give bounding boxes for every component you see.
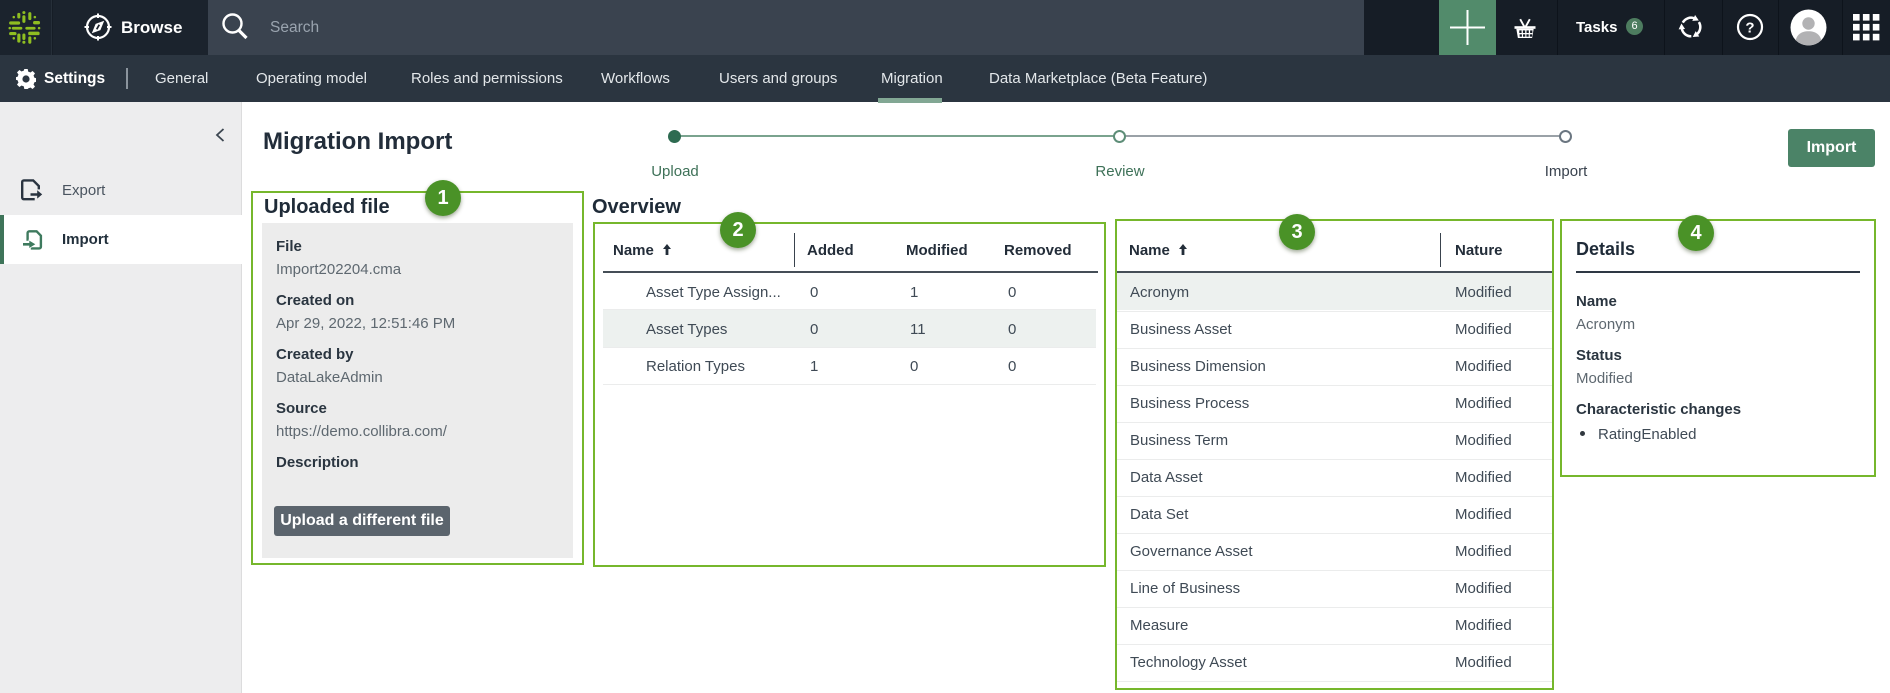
svg-text:?: ? [1745, 20, 1754, 37]
